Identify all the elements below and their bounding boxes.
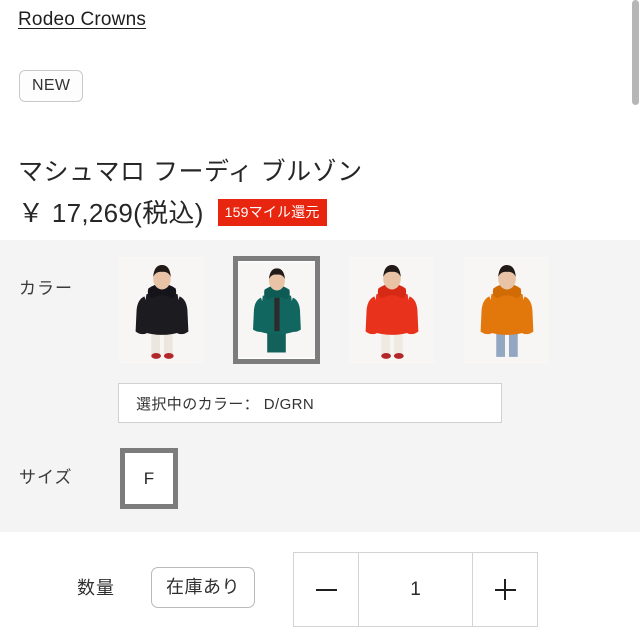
quantity-increase-button[interactable] xyxy=(472,553,537,626)
product-detail-page: Rodeo Crowns NEW マシュマロ フーディ ブルゾン ￥ 17,26… xyxy=(0,0,640,640)
model-photo-black xyxy=(119,257,204,363)
size-label: サイズ xyxy=(19,468,73,487)
quantity-value[interactable]: 1 xyxy=(359,553,472,626)
scrollbar-thumb[interactable] xyxy=(632,0,639,105)
price-row: ￥ 17,269(税込) 159マイル還元 xyxy=(18,198,327,229)
product-title: マシュマロ フーディ ブルゾン xyxy=(18,157,363,186)
stock-status-badge: 在庫あり xyxy=(151,567,255,608)
model-photo-orange xyxy=(464,257,549,363)
minus-icon xyxy=(315,588,337,591)
new-badge: NEW xyxy=(19,70,84,102)
model-photo-red xyxy=(349,257,434,363)
scrollbar-track[interactable] xyxy=(632,0,640,640)
size-option-f[interactable]: F xyxy=(120,448,178,509)
brand-row: Rodeo Crowns xyxy=(18,8,146,32)
quantity-decrease-button[interactable] xyxy=(294,553,359,626)
color-swatch-blk[interactable] xyxy=(118,256,205,364)
product-price: ￥ 17,269(税込) xyxy=(18,198,204,228)
plus-icon xyxy=(494,579,516,600)
color-swatch-list xyxy=(118,256,550,364)
model-photo-green xyxy=(238,262,315,358)
selected-color-text: 選択中のカラー： D/GRN xyxy=(136,395,315,413)
selected-color-field: 選択中のカラー： D/GRN xyxy=(118,383,502,423)
color-label: カラー xyxy=(19,279,73,298)
brand-link[interactable]: Rodeo Crowns xyxy=(18,9,146,30)
quantity-label: 数量 xyxy=(77,578,115,598)
color-swatch-red[interactable] xyxy=(348,256,435,364)
mile-reward-badge: 159マイル還元 xyxy=(217,199,327,226)
quantity-stepper: 1 xyxy=(293,552,538,627)
color-swatch-dgrn[interactable] xyxy=(233,256,320,364)
color-swatch-org[interactable] xyxy=(463,256,550,364)
